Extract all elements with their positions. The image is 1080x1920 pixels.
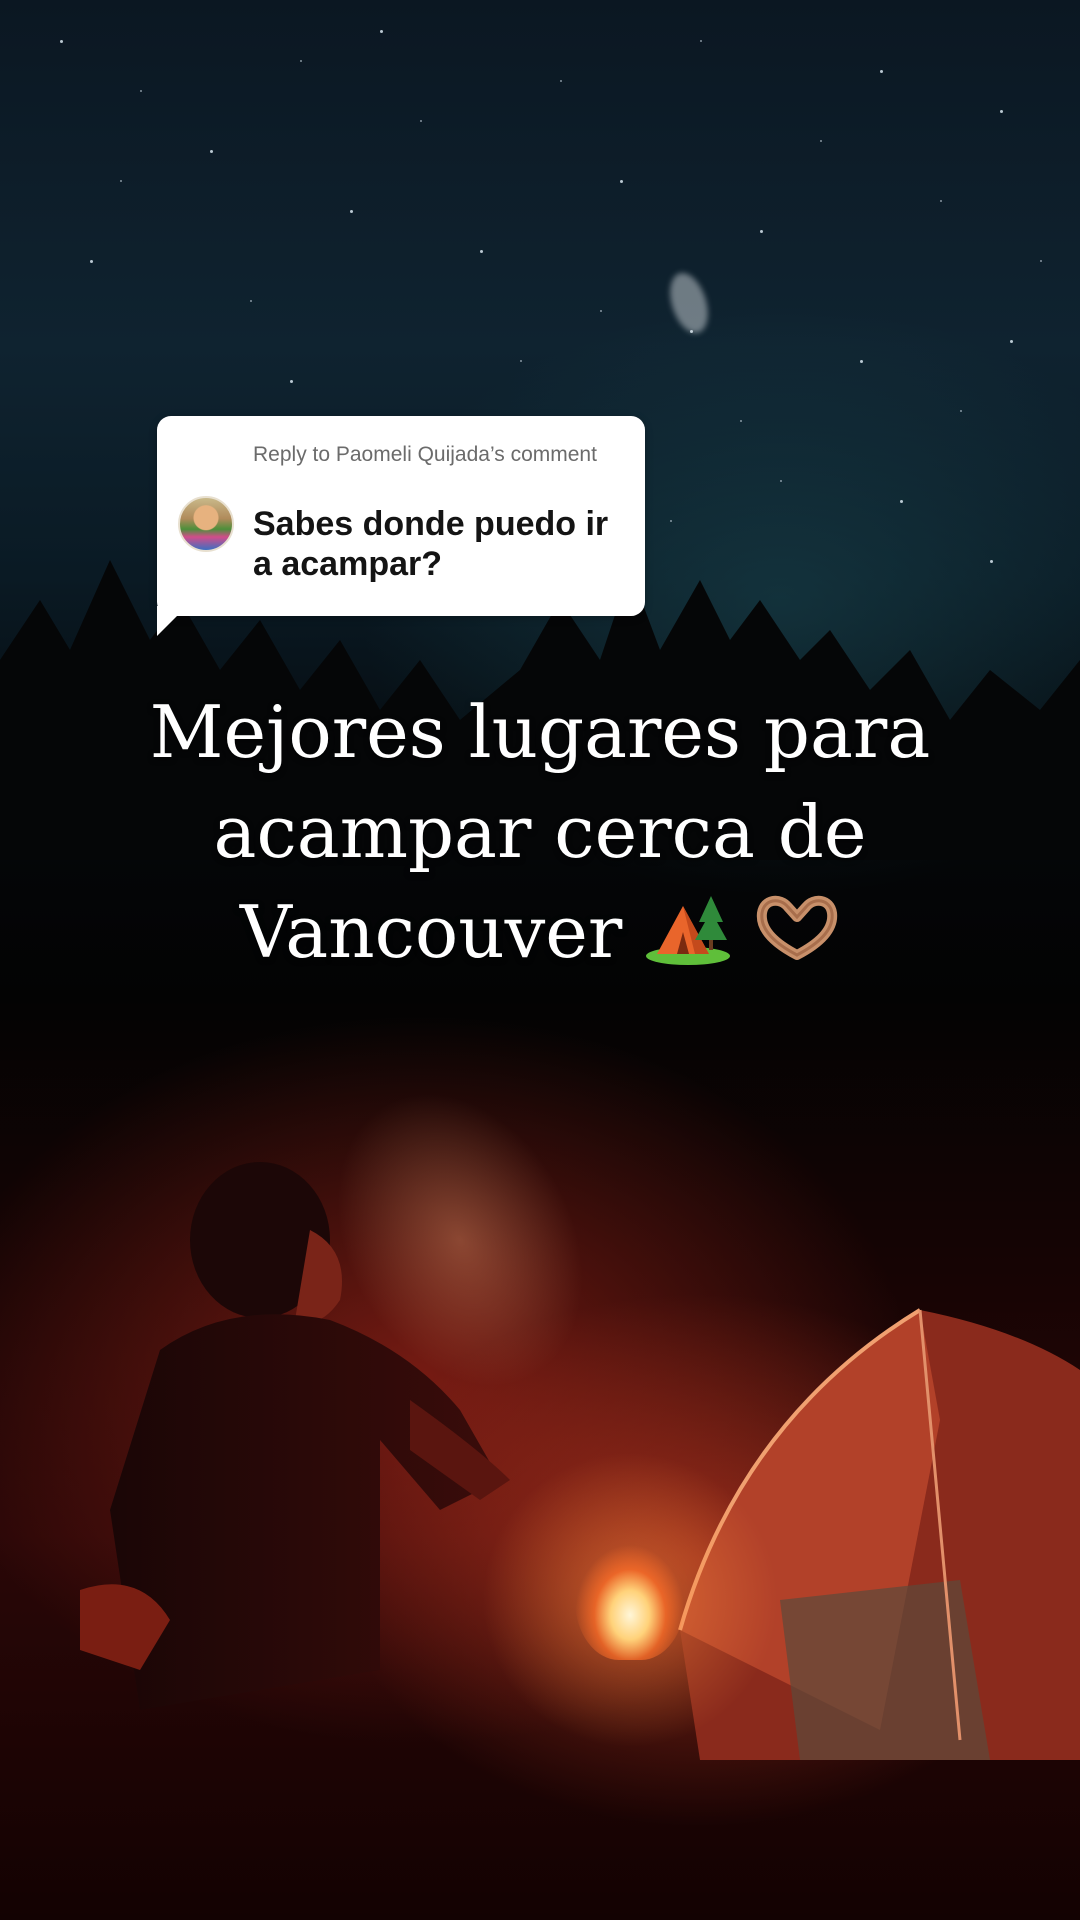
campfire-flame [575,1510,685,1660]
reply-to-label: Reply to Paomeli Quijada’s comment [253,443,597,466]
caption-line-2: acampar cerca de [213,790,867,874]
reply-comment-card[interactable]: Reply to Paomeli Quijada’s comment Sabes… [157,416,645,616]
commenter-avatar[interactable] [178,496,234,552]
video-caption: Mejores lugares para acampar cerca de Va… [90,682,990,991]
blurred-light [663,268,715,338]
heart-hands-icon [754,888,840,988]
camping-tent-icon [645,886,731,991]
caption-line-3-text: Vancouver [239,890,623,974]
comment-text: Sabes donde puedo ir a acampar? [253,505,609,583]
video-frame[interactable]: Reply to Paomeli Quijada’s comment Sabes… [0,0,1080,1920]
caption-line-3: Vancouver [90,882,990,991]
reply-card-tail [157,606,187,636]
caption-line-1: Mejores lugares para [149,690,931,774]
